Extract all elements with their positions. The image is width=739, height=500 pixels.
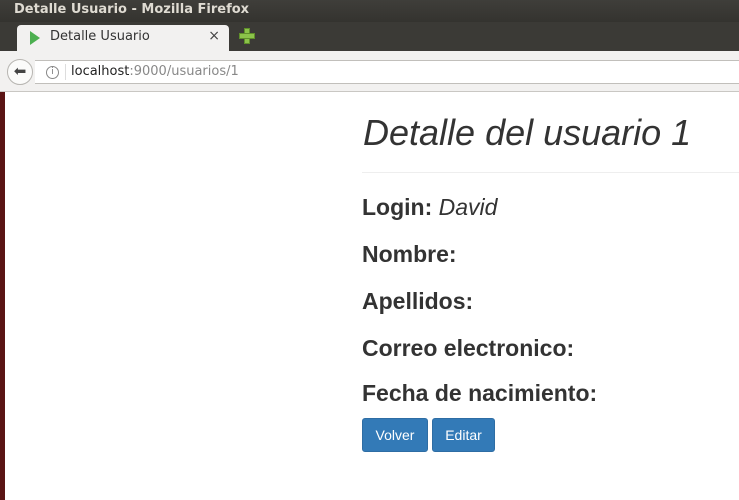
field-label: Apellidos: — [362, 288, 474, 314]
window-titlebar: Detalle Usuario - Mozilla Firefox — [0, 0, 739, 22]
favicon-play-icon — [30, 31, 40, 45]
url-path: :9000/usuarios/1 — [129, 64, 239, 79]
new-tab-plus-icon[interactable] — [238, 27, 256, 45]
tab-detalle-usuario[interactable]: Detalle Usuario × — [17, 25, 229, 51]
tab-strip: Detalle Usuario × — [0, 22, 739, 51]
tab-close-icon[interactable]: × — [208, 28, 220, 44]
tab-title: Detalle Usuario — [50, 29, 150, 44]
navigation-bar: ⬅ i localhost:9000/usuarios/1 — [0, 51, 739, 92]
page-content: Detalle del usuario 1 Login: David Nombr… — [362, 92, 739, 500]
url-separator — [65, 64, 66, 80]
field-label: Correo electronico: — [362, 335, 575, 361]
field-nombre: Nombre: — [362, 241, 457, 268]
field-login: Login: David — [362, 194, 497, 221]
field-label: Fecha de nacimiento: — [362, 380, 598, 406]
url-bar[interactable]: i localhost:9000/usuarios/1 — [35, 60, 739, 84]
field-value: David — [438, 194, 498, 220]
field-label: Nombre: — [362, 241, 457, 267]
field-correo: Correo electronico: — [362, 335, 574, 362]
window-title: Detalle Usuario - Mozilla Firefox — [14, 2, 250, 17]
page-title: Detalle del usuario 1 — [363, 112, 692, 153]
url-host: localhost — [71, 64, 130, 79]
field-fecha-nacimiento: Fecha de nacimiento: — [362, 380, 597, 407]
url-text[interactable]: localhost:9000/usuarios/1 — [71, 64, 239, 79]
field-apellidos: Apellidos: — [362, 288, 473, 315]
field-label: Login: — [362, 194, 433, 220]
title-divider — [362, 172, 739, 173]
editar-button[interactable]: Editar — [432, 418, 495, 452]
back-arrow-icon[interactable]: ⬅ — [7, 59, 33, 85]
info-icon[interactable]: i — [46, 66, 59, 79]
volver-button[interactable]: Volver — [362, 418, 428, 452]
desktop-edge — [0, 92, 5, 500]
